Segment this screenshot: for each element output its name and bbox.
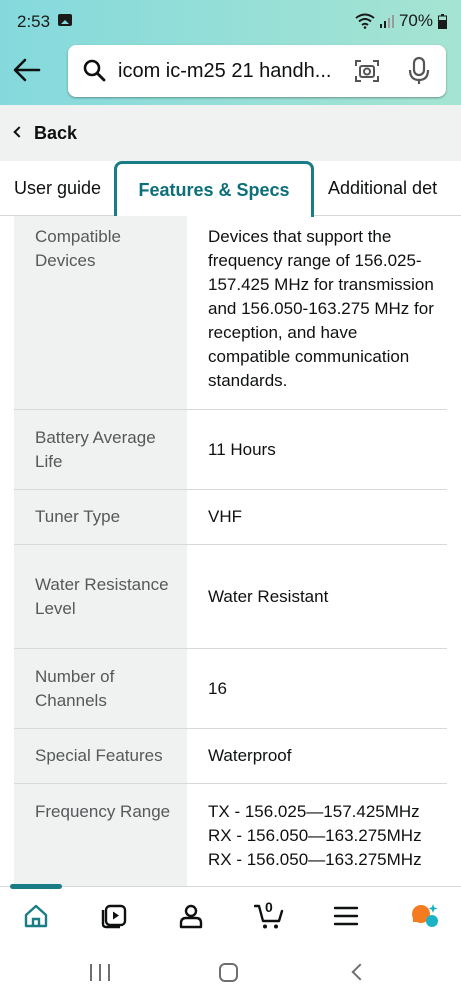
camera-icon[interactable] [354,58,380,84]
nav-account[interactable] [176,901,206,931]
menu-icon [333,906,359,926]
spec-value: TX - 156.025—157.425MHz RX - 156.050—163… [187,784,447,886]
battery-percent: 70% [398,11,433,30]
table-row: Compatible Devices Devices that support … [14,216,447,410]
spec-value: 16 [208,678,227,698]
nav-video[interactable] [99,901,129,931]
chevron-left-icon [13,126,25,138]
signal-icon [379,15,394,28]
system-back-icon[interactable] [351,963,369,981]
nav-ai-assistant[interactable] [410,901,440,931]
nav-cart[interactable]: 0 [254,899,284,931]
frequency-line: TX - 156.025—157.425MHz [208,802,420,821]
back-link[interactable]: Back [0,105,461,161]
account-icon [179,904,203,929]
tab-bar: User guide Features & Specs Additional d… [0,161,461,217]
back-arrow-icon[interactable] [12,56,42,84]
status-time: 2:53 [17,12,51,31]
spec-value: 11 Hours [208,439,276,459]
table-row: Special Features Waterproof [14,729,447,784]
spec-value: Waterproof [208,746,292,765]
search-input[interactable]: icom ic-m25 21 handh... [118,60,331,83]
frequency-line: RX - 156.050—163.275MHz [208,826,422,845]
tab-additional-details[interactable]: Additional det [328,161,437,216]
spec-value: VHF [208,507,242,526]
back-label: Back [34,123,78,143]
table-row: Battery Average Life 11 Hours [14,410,447,490]
app-header: 2:53 70% icom ic-m25 21 handh... [0,0,461,105]
status-indicators: 70% [355,11,447,31]
nav-home[interactable] [21,901,51,931]
tab-features-specs[interactable]: Features & Specs [114,161,314,217]
home-icon [24,904,48,928]
table-row: Frequency Range TX - 156.025—157.425MHz … [14,784,447,886]
status-bar: 2:53 70% [0,0,461,42]
spec-label: Battery Average Life [14,410,187,489]
search-bar[interactable]: icom ic-m25 21 handh... [68,45,446,97]
bottom-nav: 0 [0,884,461,944]
microphone-icon[interactable] [408,56,430,86]
search-icon [83,59,106,82]
cart-count-badge: 0 [265,899,273,915]
home-button-icon[interactable] [219,963,238,982]
spec-value: Devices that support the frequency range… [208,227,434,390]
gallery-icon [58,14,72,26]
spec-label: Special Features [14,729,187,783]
frequency-line: RX - 156.050—163.275MHz [208,850,422,869]
battery-icon [438,13,447,29]
ai-assistant-icon [412,904,438,927]
recent-apps-icon[interactable] [90,964,110,981]
wifi-icon [355,13,375,29]
spec-label: Tuner Type [14,490,187,544]
spec-label: Water Resistance Level [14,545,187,648]
tab-user-guide[interactable]: User guide [14,161,101,216]
spec-label: Frequency Range [14,784,187,886]
active-tab-indicator [10,884,62,889]
spec-label: Number of Channels [14,649,187,728]
table-row: Number of Channels 16 [14,649,447,729]
video-icon [101,904,127,929]
table-row: Tuner Type VHF [14,490,447,545]
spec-label: Compatible Devices [14,216,187,409]
system-nav-bar [0,944,461,1000]
spec-value: Water Resistant [208,586,329,606]
specs-table: Compatible Devices Devices that support … [14,216,447,886]
nav-menu[interactable] [331,901,361,931]
table-row: Water Resistance Level Water Resistant [14,545,447,649]
